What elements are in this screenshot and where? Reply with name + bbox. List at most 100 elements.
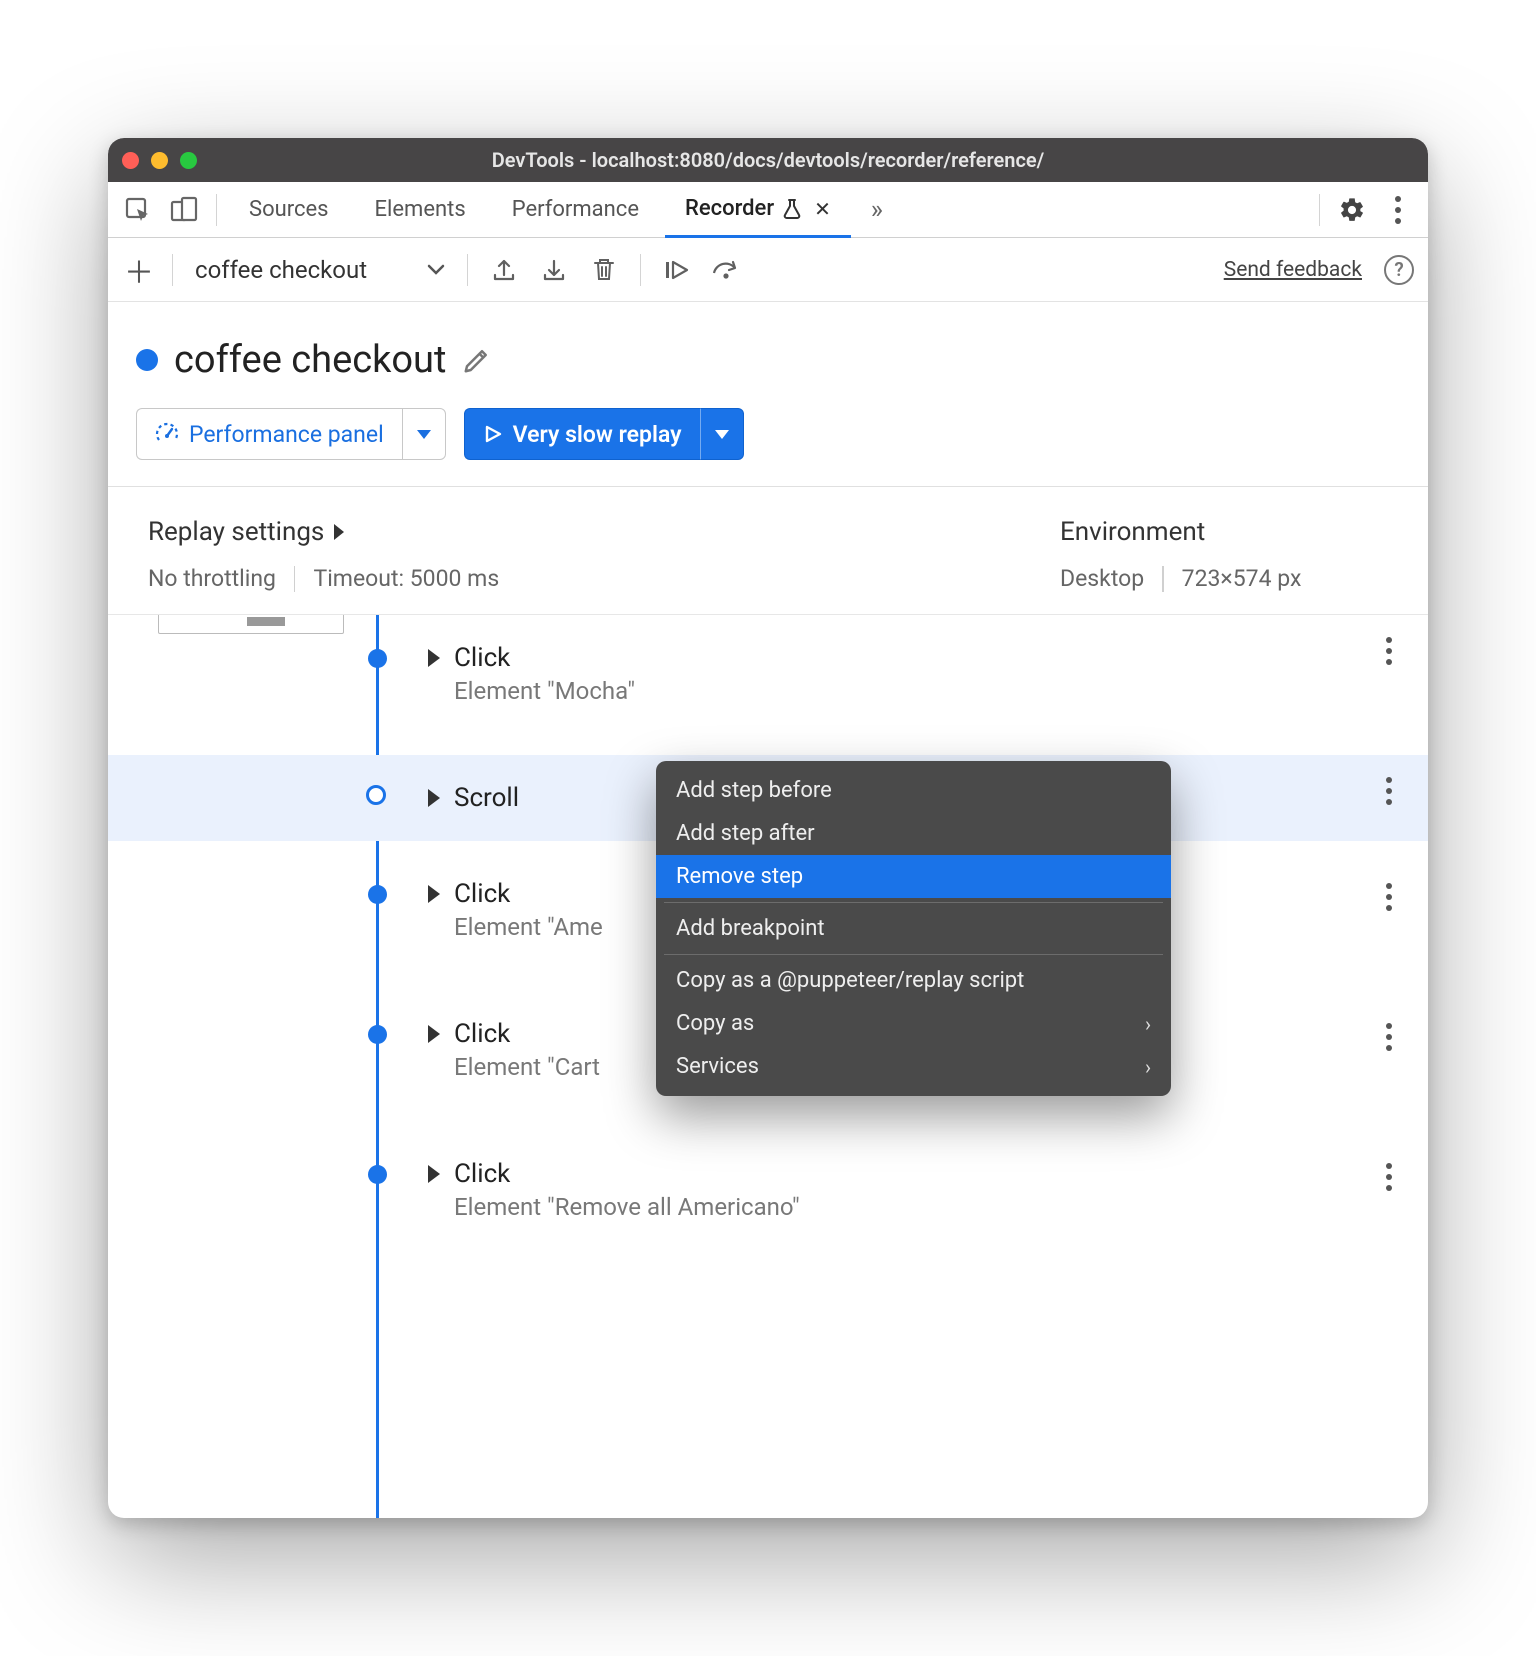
delete-icon[interactable] xyxy=(584,250,624,290)
timeline-node xyxy=(368,885,387,904)
ctx-label: Remove step xyxy=(676,864,803,889)
timeout-value: Timeout: 5000 ms xyxy=(313,565,499,592)
step-play-icon[interactable] xyxy=(657,250,697,290)
close-tab-icon[interactable]: ✕ xyxy=(814,197,831,221)
settings-heading: Replay settings xyxy=(148,517,324,547)
expand-icon[interactable] xyxy=(428,1025,440,1043)
import-icon[interactable] xyxy=(534,250,574,290)
gauge-icon xyxy=(155,422,179,446)
divider xyxy=(664,954,1163,955)
ctx-label: Add step before xyxy=(676,778,832,803)
step-over-icon[interactable] xyxy=(707,250,747,290)
ctx-remove-step[interactable]: Remove step xyxy=(656,855,1171,898)
environment-heading: Environment xyxy=(1060,517,1400,547)
replay-button[interactable]: Very slow replay xyxy=(464,408,744,460)
ctx-add-step-before[interactable]: Add step before xyxy=(656,769,1171,812)
step-subtitle: Element "Remove all Americano" xyxy=(454,1193,800,1221)
step-menu-button[interactable] xyxy=(1386,637,1392,665)
performance-panel-button[interactable]: Performance panel xyxy=(136,408,446,460)
ctx-copy-puppeteer[interactable]: Copy as a @puppeteer/replay script xyxy=(656,959,1171,1002)
throttling-value: No throttling xyxy=(148,565,276,592)
send-feedback-link[interactable]: Send feedback xyxy=(1224,258,1362,282)
minimize-window-button[interactable] xyxy=(151,152,168,169)
steps-timeline: Click Element "Mocha" Scroll Click Eleme… xyxy=(108,615,1428,1518)
tab-label: Recorder xyxy=(685,196,774,221)
inspect-element-icon[interactable] xyxy=(118,190,158,230)
tab-performance[interactable]: Performance xyxy=(492,182,659,238)
step-title: Click xyxy=(454,643,510,673)
chevron-right-icon xyxy=(334,524,344,540)
export-icon[interactable] xyxy=(484,250,524,290)
ctx-label: Services xyxy=(676,1054,759,1079)
step-title: Click xyxy=(454,1159,510,1189)
ctx-copy-as[interactable]: Copy as › xyxy=(656,1002,1171,1045)
maximize-window-button[interactable] xyxy=(180,152,197,169)
ctx-add-step-after[interactable]: Add step after xyxy=(656,812,1171,855)
step-subtitle: Element "Ame xyxy=(454,913,603,941)
timeline-node xyxy=(368,1165,387,1184)
settings-gear-icon[interactable] xyxy=(1332,190,1372,230)
divider xyxy=(1162,566,1164,592)
timeline-node xyxy=(368,1025,387,1044)
expand-icon[interactable] xyxy=(428,649,440,667)
expand-icon[interactable] xyxy=(428,885,440,903)
chevron-right-icon: › xyxy=(1145,1012,1151,1036)
chevron-down-icon xyxy=(427,264,445,276)
step-subtitle: Element "Cart xyxy=(454,1053,600,1081)
edit-title-icon[interactable] xyxy=(462,345,492,375)
tab-label: Sources xyxy=(249,197,329,222)
step-menu-button[interactable] xyxy=(1386,1023,1392,1051)
ctx-services[interactable]: Services› xyxy=(656,1045,1171,1088)
help-icon[interactable]: ? xyxy=(1384,255,1414,285)
ctx-label: Add step after xyxy=(676,821,815,846)
ctx-label: Copy as a @puppeteer/replay script xyxy=(676,968,1024,993)
step-title: Scroll xyxy=(454,783,519,813)
ctx-label: Add breakpoint xyxy=(676,916,825,941)
recording-status-dot xyxy=(136,349,158,371)
recording-dropdown[interactable]: coffee checkout xyxy=(189,256,451,284)
step-row[interactable]: Click Element "Mocha" xyxy=(108,615,1428,723)
tab-label: Performance xyxy=(512,197,639,222)
timeline-node xyxy=(368,649,387,668)
ctx-add-breakpoint[interactable]: Add breakpoint xyxy=(656,907,1171,950)
tab-elements[interactable]: Elements xyxy=(355,182,486,238)
new-recording-button[interactable]: ＋ xyxy=(122,248,156,292)
step-title: Click xyxy=(454,1019,510,1049)
step-row[interactable]: Click Element "Remove all Americano" xyxy=(108,1141,1428,1239)
divider xyxy=(216,194,217,226)
recording-settings: Replay settings No throttling Timeout: 5… xyxy=(108,487,1428,615)
replay-settings-toggle[interactable]: Replay settings xyxy=(148,517,1020,547)
close-window-button[interactable] xyxy=(122,152,139,169)
expand-icon[interactable] xyxy=(428,789,440,807)
replay-speed-dropdown[interactable] xyxy=(700,408,744,460)
window-controls xyxy=(122,152,197,169)
ctx-label: Copy as xyxy=(676,1011,754,1036)
devtools-window: DevTools - localhost:8080/docs/devtools/… xyxy=(108,138,1428,1518)
expand-icon[interactable] xyxy=(428,1165,440,1183)
divider xyxy=(664,902,1163,903)
recording-title: coffee checkout xyxy=(174,338,446,382)
environment-size: 723×574 px xyxy=(1182,565,1302,592)
environment-device: Desktop xyxy=(1060,565,1144,592)
play-icon xyxy=(483,424,503,444)
divider xyxy=(640,254,641,286)
device-toolbar-icon[interactable] xyxy=(164,190,204,230)
tab-recorder[interactable]: Recorder ✕ xyxy=(665,182,851,238)
step-subtitle: Element "Mocha" xyxy=(454,677,635,705)
button-label: Very slow replay xyxy=(513,421,682,448)
kebab-menu-icon[interactable] xyxy=(1378,190,1418,230)
more-tabs-icon[interactable]: » xyxy=(857,190,897,230)
step-menu-button[interactable] xyxy=(1386,777,1392,805)
selected-recording-name: coffee checkout xyxy=(195,256,367,284)
step-menu-button[interactable] xyxy=(1386,1163,1392,1191)
window-title: DevTools - localhost:8080/docs/devtools/… xyxy=(108,148,1428,172)
divider xyxy=(294,566,296,592)
performance-panel-dropdown[interactable] xyxy=(402,408,446,460)
flask-icon xyxy=(782,198,802,220)
recorder-toolbar: ＋ coffee checkout Send feedback ? xyxy=(108,238,1428,302)
timeline-node xyxy=(366,785,386,805)
step-context-menu: Add step before Add step after Remove st… xyxy=(656,761,1171,1096)
step-menu-button[interactable] xyxy=(1386,883,1392,911)
tab-sources[interactable]: Sources xyxy=(229,182,349,238)
titlebar: DevTools - localhost:8080/docs/devtools/… xyxy=(108,138,1428,182)
